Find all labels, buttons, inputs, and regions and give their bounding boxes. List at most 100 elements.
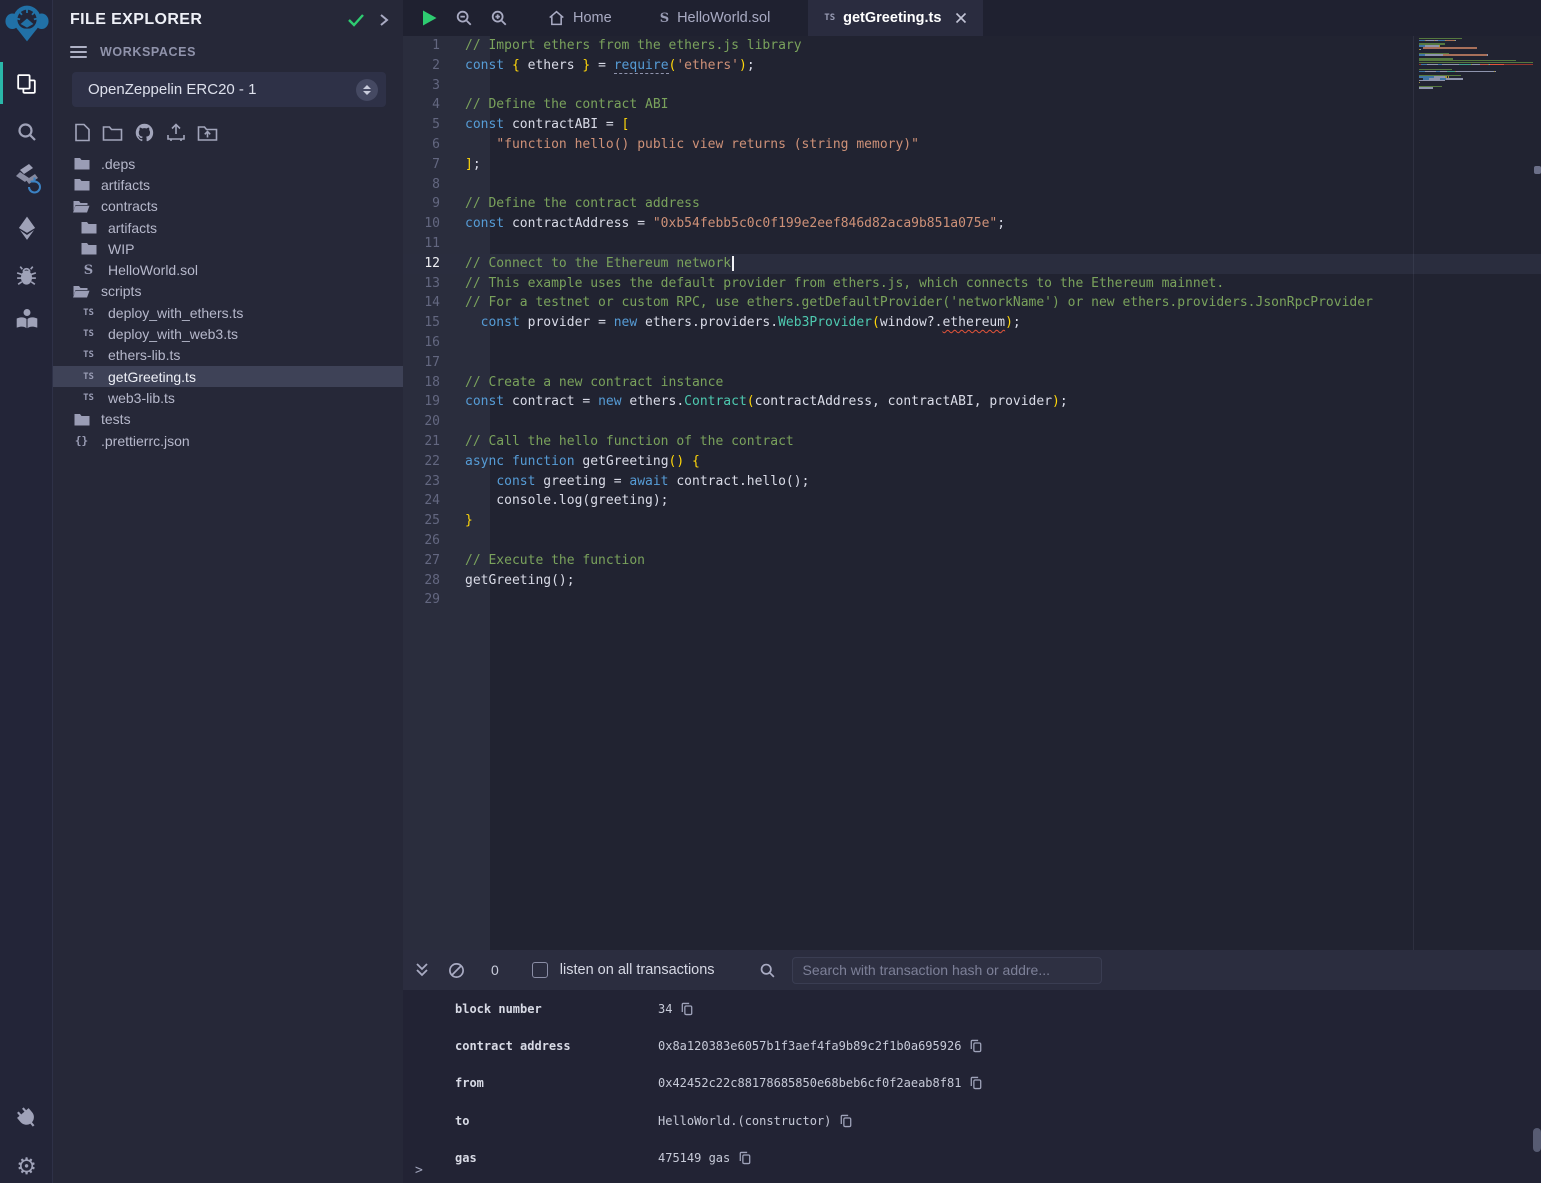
tree-item-ethers-lib-ts[interactable]: TSethers-lib.ts [53, 345, 403, 366]
code-line-23[interactable]: 23 const greeting = await contract.hello… [403, 472, 1541, 492]
code-text: // Import ethers from the ethers.js libr… [465, 36, 1541, 56]
copy-icon[interactable] [739, 1151, 751, 1165]
code-text [465, 412, 1541, 432]
gear-icon[interactable]: ⚙ [0, 1144, 53, 1183]
tab-bar: Home S HelloWorld.sol TS getGreeting.ts [403, 0, 1541, 36]
code-line-4[interactable]: 4// Define the contract ABI [403, 95, 1541, 115]
tree-item-web3-lib-ts[interactable]: TSweb3-lib.ts [53, 387, 403, 408]
code-line-27[interactable]: 27// Execute the function [403, 551, 1541, 571]
listen-transactions-checkbox[interactable] [532, 962, 548, 978]
workspace-select[interactable]: OpenZeppelin ERC20 - 1 [72, 72, 386, 107]
code-line-20[interactable]: 20 [403, 412, 1541, 432]
copy-icon[interactable] [970, 1039, 982, 1053]
minimap[interactable] [1419, 38, 1533, 91]
github-clone-icon[interactable] [134, 122, 155, 143]
tab-home[interactable]: Home [532, 0, 628, 36]
files-icon[interactable] [0, 62, 53, 106]
code-editor[interactable]: 1// Import ethers from the ethers.js lib… [403, 36, 1541, 950]
code-text: // Create a new contract instance [465, 373, 1541, 393]
line-number: 2 [403, 56, 465, 76]
close-icon[interactable] [955, 12, 967, 24]
tree-item-deploy-with-ethers-ts[interactable]: TSdeploy_with_ethers.ts [53, 302, 403, 323]
code-line-11[interactable]: 11 [403, 234, 1541, 254]
workspaces-label: WORKSPACES [100, 45, 196, 59]
tree-item-scripts[interactable]: scripts [53, 281, 403, 302]
ethereum-icon[interactable] [0, 206, 53, 250]
typescript-icon: TS [824, 13, 835, 23]
copy-icon[interactable] [970, 1076, 982, 1090]
tree-item-artifacts[interactable]: artifacts [53, 174, 403, 195]
tree-item--prettierrc-json[interactable]: {}.prettierrc.json [53, 430, 403, 451]
tab-getgreeting-ts[interactable]: TS getGreeting.ts [808, 0, 983, 36]
code-line-3[interactable]: 3 [403, 76, 1541, 96]
code-text: // Define the contract ABI [465, 95, 1541, 115]
code-line-10[interactable]: 10const contractAddress = "0xb54febb5c0c… [403, 214, 1541, 234]
bug-icon[interactable] [0, 253, 53, 297]
chevron-right-icon[interactable] [379, 13, 389, 27]
code-line-2[interactable]: 2const { ethers } = require('ethers'); [403, 56, 1541, 76]
tree-item-helloworld-sol[interactable]: SHelloWorld.sol [53, 259, 403, 280]
code-line-8[interactable]: 8 [403, 175, 1541, 195]
tree-item-deploy-with-web3-ts[interactable]: TSdeploy_with_web3.ts [53, 323, 403, 344]
code-line-21[interactable]: 21// Call the hello function of the cont… [403, 432, 1541, 452]
workspaces-menu-icon[interactable] [70, 46, 87, 58]
tab-helloworld-sol[interactable]: S HelloWorld.sol [644, 0, 787, 36]
new-file-icon[interactable] [74, 123, 91, 142]
code-line-22[interactable]: 22async function getGreeting() { [403, 452, 1541, 472]
tree-item-label: tests [101, 411, 131, 427]
tree-item-tests[interactable]: tests [53, 409, 403, 430]
clear-console-icon[interactable] [448, 962, 465, 979]
zoom-in-icon[interactable] [490, 9, 508, 27]
solidity-compiler-icon[interactable] [0, 156, 53, 200]
code-line-25[interactable]: 25} [403, 511, 1541, 531]
new-folder-icon[interactable] [102, 124, 123, 142]
book-reader-icon[interactable] [0, 297, 53, 341]
code-line-16[interactable]: 16 [403, 333, 1541, 353]
expand-double-chevron-icon[interactable] [415, 962, 429, 978]
code-line-7[interactable]: 7]; [403, 155, 1541, 175]
tree-item-label: .prettierrc.json [101, 433, 190, 449]
publish-upload-icon[interactable] [166, 123, 186, 143]
tree-item-label: artifacts [108, 220, 157, 236]
line-number: 17 [403, 353, 465, 373]
copy-icon[interactable] [840, 1114, 852, 1128]
tree-item-contracts[interactable]: contracts [53, 196, 403, 217]
code-line-5[interactable]: 5const contractABI = [ [403, 115, 1541, 135]
code-line-28[interactable]: 28getGreeting(); [403, 571, 1541, 591]
code-line-6[interactable]: 6 "function hello() public view returns … [403, 135, 1541, 155]
zoom-out-icon[interactable] [455, 9, 473, 27]
line-number: 9 [403, 194, 465, 214]
tree-item-artifacts[interactable]: artifacts [53, 217, 403, 238]
tree-item-getgreeting-ts[interactable]: TSgetGreeting.ts [53, 366, 403, 387]
terminal-search-input[interactable] [792, 957, 1102, 984]
code-line-12[interactable]: 12// Connect to the Ethereum network [403, 254, 1541, 274]
editor-scrollbar-thumb[interactable] [1534, 166, 1541, 174]
tree-item--deps[interactable]: .deps [53, 153, 403, 174]
code-line-14[interactable]: 14// For a testnet or custom RPC, use et… [403, 293, 1541, 313]
copy-icon[interactable] [681, 1002, 693, 1016]
code-line-15[interactable]: 15 const provider = new ethers.providers… [403, 313, 1541, 333]
code-line-19[interactable]: 19const contract = new ethers.Contract(c… [403, 392, 1541, 412]
code-text: const contractAddress = "0xb54febb5c0c0f… [465, 214, 1541, 234]
remix-logo-icon[interactable] [0, 2, 53, 46]
code-line-13[interactable]: 13// This example uses the default provi… [403, 274, 1541, 294]
line-number: 5 [403, 115, 465, 135]
search-icon[interactable] [0, 110, 53, 154]
code-text: getGreeting(); [465, 571, 1541, 591]
code-line-24[interactable]: 24 console.log(greeting); [403, 491, 1541, 511]
line-number: 13 [403, 274, 465, 294]
code-line-26[interactable]: 26 [403, 531, 1541, 551]
panel-title: FILE EXPLORER [70, 11, 333, 29]
code-line-18[interactable]: 18// Create a new contract instance [403, 373, 1541, 393]
tree-item-wip[interactable]: WIP [53, 238, 403, 259]
plug-icon[interactable] [0, 1096, 53, 1140]
accept-check-icon[interactable] [347, 13, 365, 27]
terminal-scrollbar-thumb[interactable] [1533, 1128, 1541, 1152]
load-local-folder-icon[interactable] [197, 124, 218, 142]
run-script-button[interactable] [421, 9, 438, 27]
code-line-1[interactable]: 1// Import ethers from the ethers.js lib… [403, 36, 1541, 56]
code-line-29[interactable]: 29 [403, 590, 1541, 610]
code-text: "function hello() public view returns (s… [465, 135, 1541, 155]
code-line-17[interactable]: 17 [403, 353, 1541, 373]
code-line-9[interactable]: 9// Define the contract address [403, 194, 1541, 214]
